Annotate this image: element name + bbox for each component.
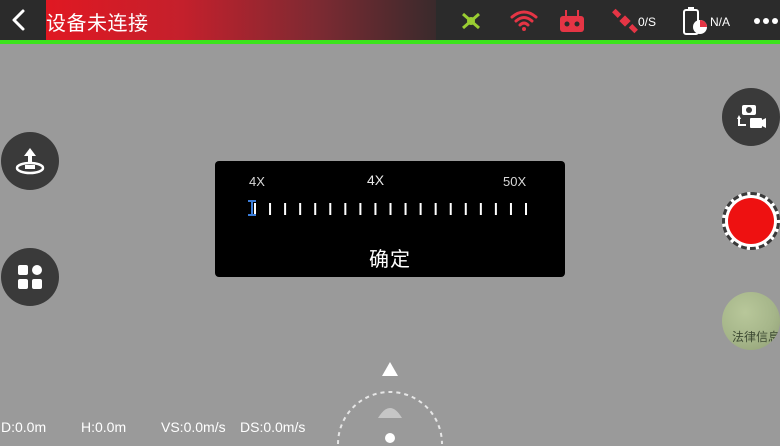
north-marker-icon bbox=[382, 362, 398, 376]
battery-level-text: N/A bbox=[710, 15, 731, 29]
zoom-tick bbox=[269, 203, 272, 215]
drone-icon bbox=[462, 12, 480, 30]
zoom-tick bbox=[404, 203, 407, 215]
zoom-tick bbox=[525, 203, 527, 215]
zoom-tick bbox=[509, 203, 512, 215]
camera-switch-button[interactable] bbox=[722, 88, 780, 146]
zoom-max-label: 50X bbox=[503, 174, 527, 189]
zoom-slider-handle[interactable] bbox=[248, 200, 256, 216]
zoom-tick bbox=[374, 203, 377, 215]
zoom-tick bbox=[359, 203, 362, 215]
map-thumbnail[interactable]: 法律信息 bbox=[722, 292, 780, 350]
zoom-tick bbox=[464, 203, 467, 215]
zoom-tick bbox=[449, 203, 452, 215]
compass-indicator bbox=[337, 362, 443, 445]
zoom-tick bbox=[419, 203, 422, 215]
chevron-left-icon[interactable] bbox=[6, 6, 32, 34]
gps-count: 0/S bbox=[638, 15, 657, 29]
zoom-slider[interactable] bbox=[245, 199, 535, 219]
takeoff-icon bbox=[15, 148, 45, 175]
link-status-bar bbox=[0, 40, 780, 44]
record-button[interactable] bbox=[722, 192, 780, 250]
zoom-tick bbox=[494, 203, 497, 215]
camera-switch-icon bbox=[737, 105, 766, 128]
zoom-tick bbox=[284, 203, 287, 215]
remote-controller-icon bbox=[560, 10, 584, 32]
zoom-tick bbox=[479, 203, 482, 215]
aircraft-heading-icon bbox=[385, 433, 395, 443]
zoom-dialog: 4X 4X 50X 确定 bbox=[215, 161, 565, 277]
record-indicator bbox=[728, 198, 774, 244]
zoom-tick bbox=[389, 203, 392, 215]
vertical-speed-readout: VS:0.0m/s bbox=[161, 419, 226, 435]
zoom-tick bbox=[314, 203, 317, 215]
more-dots-icon[interactable] bbox=[752, 16, 780, 26]
menu-button[interactable] bbox=[1, 248, 59, 306]
zoom-min-label: 4X bbox=[249, 174, 265, 189]
battery-icon bbox=[683, 7, 707, 35]
takeoff-button[interactable] bbox=[1, 132, 59, 190]
zoom-current-label: 4X bbox=[367, 172, 385, 188]
zoom-tick bbox=[329, 203, 332, 215]
distance-readout: D:0.0m bbox=[1, 419, 47, 435]
satellite-icon bbox=[612, 8, 638, 34]
horizontal-speed-readout: DS:0.0m/s bbox=[240, 419, 306, 435]
top-status-bar: 设备未连接 0/S N/A bbox=[0, 0, 780, 40]
zoom-tick bbox=[344, 203, 347, 215]
zoom-confirm-button[interactable]: 确定 bbox=[215, 243, 565, 272]
wifi-icon bbox=[510, 10, 538, 31]
height-readout: H:0.0m bbox=[81, 419, 127, 435]
zoom-tick bbox=[299, 203, 302, 215]
connection-status-text: 设备未连接 bbox=[46, 13, 149, 35]
zoom-tick bbox=[434, 203, 437, 215]
grid-menu-icon bbox=[18, 265, 42, 289]
map-legal-info-text: 法律信息 bbox=[732, 330, 780, 344]
